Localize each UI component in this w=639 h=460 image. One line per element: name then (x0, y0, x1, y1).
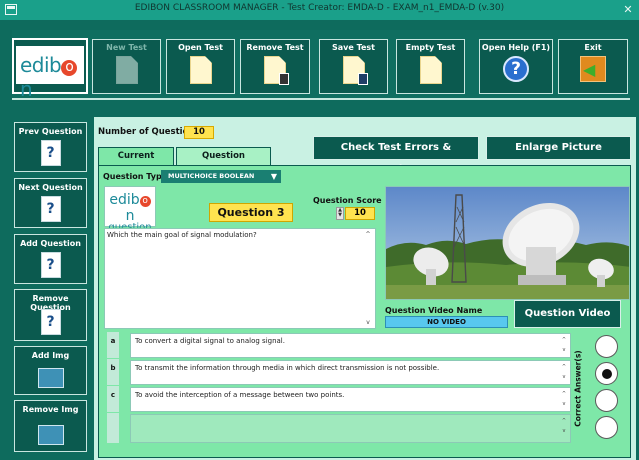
correct-answer-radio-b[interactable] (595, 362, 618, 385)
answer-field[interactable]: To convert a digital signal to analog si… (130, 333, 571, 358)
open-document-icon (189, 56, 212, 84)
satellite-dish-image (386, 187, 629, 299)
edibon-logo: edib o n (16, 46, 84, 101)
remove-question-icon: ? (40, 309, 61, 335)
scroll-up-icon[interactable]: ^ (363, 231, 373, 238)
add-question-button[interactable]: Add Question ? (14, 234, 87, 284)
answer-field[interactable]: To avoid the interception of a message b… (130, 387, 571, 412)
empty-test-button[interactable]: Empty Test (396, 39, 465, 94)
add-question-icon: ? (40, 252, 61, 278)
open-test-label: Open Test (178, 43, 223, 52)
empty-document-icon (419, 56, 442, 84)
correct-answers-text: Correct Answer(s) (573, 350, 583, 427)
tab-question-explanation[interactable]: Question Explanation (176, 147, 271, 178)
new-test-button[interactable]: New Test (92, 39, 161, 94)
remove-image-icon (37, 425, 64, 445)
answer-text: To transmit the information through medi… (135, 364, 440, 372)
exit-button[interactable]: Exit (558, 39, 628, 94)
check-errors-button[interactable]: Check Test Errors & Warnings (313, 136, 479, 175)
add-image-label: Add Img (31, 351, 70, 360)
tab-current-question[interactable]: Current Question (98, 147, 174, 178)
open-help-button[interactable]: Open Help (F1) ? (479, 39, 553, 94)
new-test-label: New Test (106, 43, 147, 52)
question-score-label: Question Score (313, 196, 382, 205)
exit-label: Exit (584, 43, 602, 52)
question-score-value[interactable]: 10 (345, 207, 375, 220)
scroll-arrows-icon[interactable]: ^ v (560, 389, 568, 411)
window-title: EDIBON CLASSROOM MANAGER - Test Creator:… (134, 3, 505, 13)
number-of-questions-value[interactable]: 10 (184, 126, 214, 139)
answer-field[interactable]: ^ v (130, 414, 571, 443)
next-question-icon: ? (40, 196, 61, 222)
answer-letter (107, 413, 119, 443)
scroll-down-icon[interactable]: v (363, 319, 373, 326)
question-type-value: MULTICHOICE BOOLEAN (168, 172, 255, 180)
new-document-icon (115, 56, 138, 84)
next-question-label: Next Question (18, 183, 83, 192)
add-image-button[interactable]: Add Img (14, 346, 87, 395)
next-question-button[interactable]: Next Question ? (14, 178, 87, 228)
score-spinner[interactable]: ▲ ▼ (336, 207, 344, 220)
question-text-field[interactable]: ^ v (104, 228, 376, 329)
scroll-arrows-icon[interactable]: ^ v (560, 335, 568, 357)
question-number: Question 3 (209, 203, 293, 222)
correct-answers-label: Correct Answer(s) (572, 334, 584, 444)
correct-answer-radio-c[interactable] (595, 389, 618, 412)
title-bar: EDIBON CLASSROOM MANAGER - Test Creator:… (0, 0, 639, 20)
open-test-button[interactable]: Open Test (166, 39, 235, 94)
correct-answer-radio-a[interactable] (595, 335, 618, 358)
logo-text-o: o (61, 60, 78, 76)
question-text: Which the main goal of signal modulation… (107, 231, 257, 239)
question-type-label: Question Type (103, 172, 168, 181)
question-picture[interactable] (385, 186, 630, 300)
close-window-icon[interactable]: ✕ (620, 3, 636, 17)
prev-question-button[interactable]: Prev Question ? (14, 122, 87, 172)
logo-text-suffix: n (20, 77, 33, 101)
save-test-button[interactable]: Save Test (319, 39, 388, 94)
prev-question-icon: ? (40, 140, 61, 166)
empty-test-label: Empty Test (405, 43, 456, 52)
question-logo-prefix: edib (109, 192, 140, 208)
question-video-button[interactable]: Question Video (514, 300, 621, 328)
answer-field[interactable]: To transmit the information through medi… (130, 360, 571, 385)
answer-text: To avoid the interception of a message b… (135, 391, 345, 399)
add-question-label: Add Question (20, 239, 81, 248)
remove-test-button[interactable]: Remove Test (240, 39, 310, 94)
save-test-label: Save Test (332, 43, 375, 52)
question-video-name-label: Question Video Name (385, 306, 483, 315)
help-icon: ? (503, 56, 529, 82)
remove-test-label: Remove Test (246, 43, 304, 52)
enlarge-picture-button[interactable]: Enlarge Picture (486, 136, 631, 160)
logo-text-prefix: edib (20, 53, 62, 77)
remove-image-label: Remove Img (22, 405, 79, 414)
chevron-down-icon: ▼ (270, 172, 277, 181)
question-type-select[interactable]: MULTICHOICE BOOLEAN ▼ (161, 170, 281, 183)
question-video-name-value[interactable]: NO VIDEO (385, 316, 508, 328)
exit-door-icon (580, 56, 606, 82)
answer-letter: a (107, 332, 119, 358)
add-image-icon (37, 368, 64, 388)
save-document-icon (342, 56, 368, 85)
open-help-label: Open Help (F1) (481, 43, 551, 52)
scroll-arrows-icon[interactable]: ^ v (560, 416, 568, 438)
question-logo-o: o (139, 196, 151, 207)
trash-document-icon (264, 56, 289, 85)
scroll-arrows-icon[interactable]: ^ v (560, 362, 568, 384)
correct-answer-radio-d[interactable] (595, 416, 618, 439)
remove-image-button[interactable]: Remove Img (14, 400, 87, 452)
answer-text: To convert a digital signal to analog si… (135, 337, 285, 345)
answer-letter: b (107, 359, 119, 385)
remove-question-button[interactable]: Remove Question ? (14, 289, 87, 341)
edibon-question-logo: edibon question (104, 186, 156, 233)
prev-question-label: Prev Question (18, 127, 83, 136)
answer-letter: c (107, 386, 119, 412)
